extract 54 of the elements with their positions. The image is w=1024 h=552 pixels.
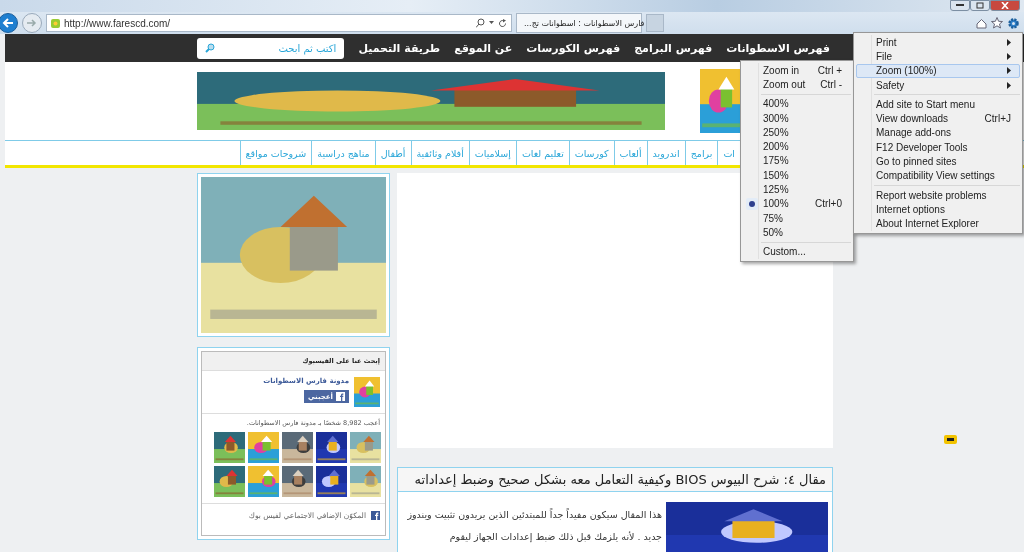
menu-item[interactable]: Go to pinned sites: [856, 154, 1020, 169]
zoom-level-item[interactable]: 175%: [743, 153, 851, 169]
menu-item[interactable]: Zoom in Ctrl +: [743, 63, 851, 78]
nav-link[interactable]: فهرس البرامج: [634, 41, 713, 55]
home-icon[interactable]: [976, 17, 987, 29]
menu-item[interactable]: About Internet Explorer: [856, 216, 1020, 231]
zoom-level-item[interactable]: 75%: [743, 210, 851, 226]
menu-item[interactable]: Internet options: [856, 202, 1020, 217]
emoticon-icon: [944, 435, 957, 444]
radio-dot-icon: [749, 200, 755, 207]
back-button[interactable]: [0, 13, 18, 33]
nav-link[interactable]: فهرس الكورسات: [526, 41, 621, 55]
zoom-level-item[interactable]: 125%: [743, 182, 851, 197]
forward-arrow-icon: [27, 19, 37, 27]
menu-item[interactable]: Zoom out Ctrl -: [743, 77, 851, 92]
menu-item[interactable]: Report website problems: [856, 187, 1020, 203]
facebook-icon: [371, 511, 380, 520]
close-icon: [1001, 2, 1009, 9]
back-arrow-icon: [2, 18, 14, 28]
minimize-icon: [956, 4, 964, 7]
article-excerpt: هذا المقال سيكون مفيداً جداً للمبتدئين الذين يريدون تثبيت ويندوز جديد . لأنه يلزمك قبل ذلك ضبط إعدادات الجهاز ليقوم: [406, 507, 662, 544]
nav-link[interactable]: عن الموقع: [454, 41, 513, 55]
article-title[interactable]: مقال ٤: شرح البيوس BIOS وكيفية التعامل معه بشكل صحيح وضبط إعداداته: [398, 468, 832, 492]
zoom-level-item[interactable]: 300%: [743, 110, 851, 126]
zoom-level-item[interactable]: 150%: [743, 168, 851, 183]
menu-item[interactable]: File: [856, 49, 1020, 64]
menu-item[interactable]: Print: [856, 35, 1020, 50]
zoom-level-item[interactable]: 400%: [743, 96, 851, 111]
menu-item[interactable]: Add site to Start menu: [856, 97, 1020, 112]
search-icon[interactable]: [476, 18, 485, 28]
settings-icon[interactable]: [1007, 16, 1020, 30]
nav-link[interactable]: طريقة التحميل: [358, 41, 441, 55]
facebook-icon: [336, 392, 345, 401]
zoom-level-item[interactable]: 50%: [743, 225, 851, 240]
nav-link[interactable]: فهرس الاسطوانات: [726, 41, 830, 55]
minimize-button[interactable]: [950, 0, 970, 11]
star-icon[interactable]: [991, 17, 1003, 29]
close-button[interactable]: [990, 0, 1020, 11]
menu-item[interactable]: F12 Developer Tools: [856, 140, 1020, 155]
menu-item[interactable]: Custom...: [743, 244, 851, 259]
menu-item[interactable]: Compatibility View settings: [856, 168, 1020, 183]
page-icon: [51, 18, 60, 28]
refresh-icon[interactable]: [498, 18, 507, 28]
zoom-level-item[interactable]: 100% Ctrl+0: [743, 196, 851, 211]
menu-item[interactable]: Safety: [856, 77, 1020, 93]
dropdown-icon[interactable]: [489, 21, 494, 25]
zoom-level-item[interactable]: 250%: [743, 125, 851, 140]
address-field[interactable]: http://www.farescd.com/: [46, 14, 512, 32]
menu-item[interactable]: View downloads Ctrl+J: [856, 111, 1020, 126]
maximize-icon: [976, 2, 984, 9]
browser-tab[interactable]: فارس الاسطوانات : اسطوانات تج...: [516, 13, 642, 33]
menu-item[interactable]: Zoom (100%): [856, 63, 1020, 78]
zoom-level-item[interactable]: 200%: [743, 139, 851, 154]
menu-item[interactable]: Manage add-ons: [856, 125, 1020, 141]
